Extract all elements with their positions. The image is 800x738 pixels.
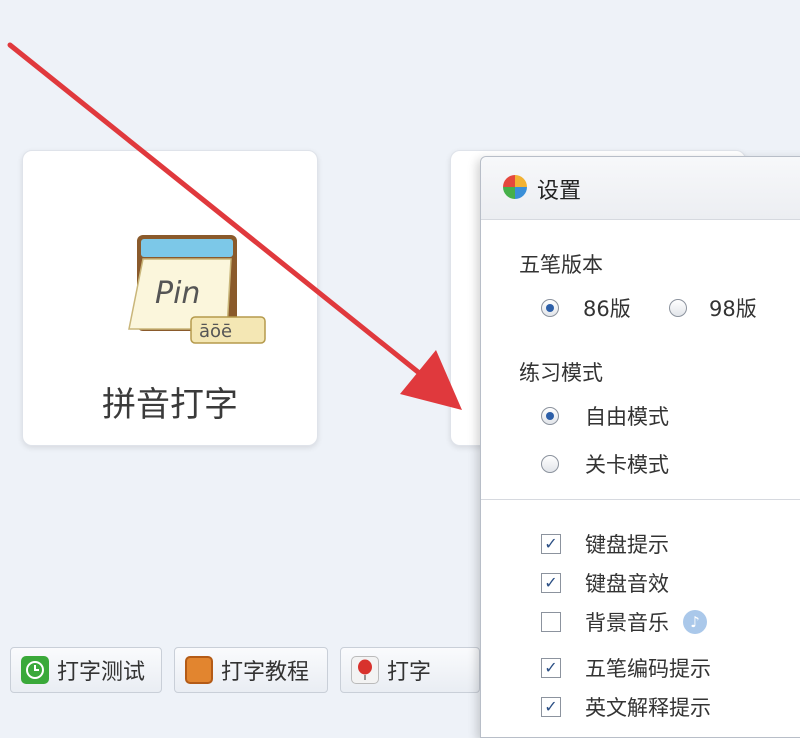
- option-label: 关卡模式: [585, 453, 669, 477]
- settings-dialog: 设置 五笔版本 86版 98版 练习模式 自由模式 关卡模式 ✓ 键盘提示 ✓ …: [480, 156, 800, 738]
- keyboard-hint-option[interactable]: ✓ 键盘提示: [541, 529, 669, 559]
- practice-mode-title: 练习模式: [519, 361, 603, 385]
- checkbox[interactable]: ✓: [541, 573, 561, 593]
- wubi-code-hint-option[interactable]: ✓ 五笔编码提示: [541, 653, 711, 683]
- svg-text:Pin: Pin: [155, 276, 200, 311]
- pinyin-typing-card[interactable]: Pin āōē 拼音打字: [22, 150, 318, 446]
- dialog-title: 设置: [537, 179, 582, 204]
- pin-calendar-icon: Pin āōē: [128, 235, 266, 344]
- option-label: 五笔编码提示: [585, 657, 711, 681]
- option-label: 自由模式: [585, 405, 669, 429]
- button-label: 打字: [387, 660, 432, 685]
- app-logo-icon: [503, 175, 527, 199]
- radio-button[interactable]: [541, 299, 559, 317]
- radio-button[interactable]: [541, 455, 559, 473]
- option-label: 英文解释提示: [585, 696, 711, 720]
- clock-icon: [21, 656, 49, 684]
- free-mode-option[interactable]: 自由模式: [541, 401, 669, 431]
- card-label: 拼音打字: [102, 385, 238, 425]
- button-label: 打字测试: [57, 660, 146, 685]
- wubi-98-option[interactable]: 98版: [669, 293, 757, 323]
- radio-button[interactable]: [541, 407, 559, 425]
- section-divider: [481, 499, 800, 500]
- checkbox[interactable]: ✓: [541, 697, 561, 717]
- typing-test-button[interactable]: 打字测试: [10, 647, 162, 693]
- button-label: 打字教程: [221, 660, 310, 685]
- radio-button[interactable]: [669, 299, 687, 317]
- checkbox[interactable]: [541, 612, 561, 632]
- keyboard-sound-option[interactable]: ✓ 键盘音效: [541, 568, 669, 598]
- level-mode-option[interactable]: 关卡模式: [541, 449, 669, 479]
- typing-game-button[interactable]: 打字: [340, 647, 480, 693]
- book-icon: [185, 656, 213, 684]
- option-label: 98版: [709, 297, 757, 321]
- typing-tutorial-button[interactable]: 打字教程: [174, 647, 328, 693]
- wubi-version-title: 五笔版本: [519, 253, 603, 277]
- dialog-titlebar[interactable]: 设置: [481, 157, 800, 220]
- english-explanation-hint-option[interactable]: ✓ 英文解释提示: [541, 692, 711, 722]
- background-music-option[interactable]: 背景音乐 ♪: [541, 607, 707, 637]
- checkbox[interactable]: ✓: [541, 658, 561, 678]
- balloon-icon: [351, 656, 379, 684]
- option-label: 背景音乐: [585, 611, 669, 635]
- wubi-86-option[interactable]: 86版: [541, 293, 631, 323]
- svg-text:āōē: āōē: [199, 321, 232, 342]
- music-note-icon[interactable]: ♪: [683, 610, 707, 634]
- option-label: 键盘音效: [585, 572, 669, 596]
- option-label: 86版: [583, 297, 631, 321]
- checkbox[interactable]: ✓: [541, 534, 561, 554]
- option-label: 键盘提示: [585, 533, 669, 557]
